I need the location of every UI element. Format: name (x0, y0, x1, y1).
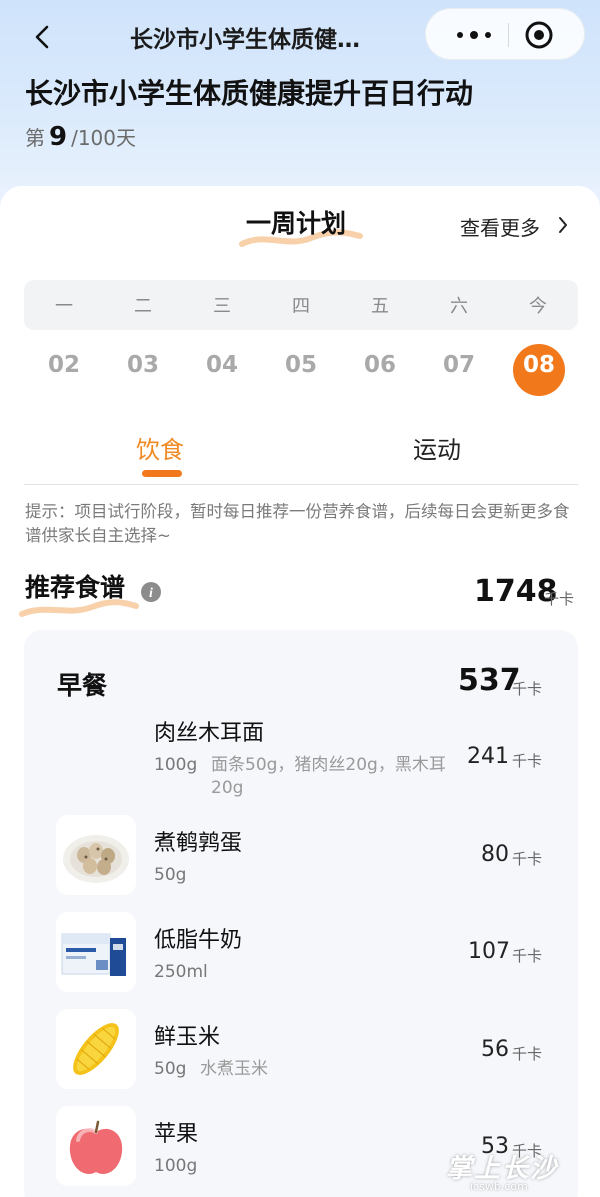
milk-carton-icon (56, 912, 136, 992)
date-item[interactable]: 04 (196, 352, 248, 388)
day-number: 9 (49, 122, 68, 152)
recipe-title: 推荐食谱 (25, 573, 126, 602)
food-name: 苹果 (154, 1122, 199, 1147)
corn-icon (56, 1009, 136, 1089)
day-prefix: 第 (25, 126, 45, 150)
weekday-wed: 三 (213, 296, 231, 317)
kcal-unit: 千卡 (512, 947, 543, 965)
food-qty: 100g (154, 755, 198, 775)
date-item[interactable]: 02 (38, 352, 90, 388)
week-plan-title: 一周计划 (246, 209, 347, 238)
capsule-divider (508, 23, 509, 47)
food-kcal: 80 (481, 842, 509, 867)
food-note: 面条50g，猪肉丝20g，黑木耳20g (211, 755, 446, 798)
food-qty: 50g (154, 1059, 187, 1079)
food-kcal: 107 (468, 939, 510, 964)
kcal-unit: 千卡 (544, 590, 575, 608)
weekday-tue: 二 (134, 296, 152, 317)
day-suffix: /100天 (71, 126, 137, 150)
food-thumbnail (56, 912, 136, 992)
more-dots-icon[interactable] (444, 21, 504, 49)
kcal-unit: 千卡 (512, 850, 543, 868)
weekday-sat: 六 (450, 296, 468, 317)
food-name: 肉丝木耳面 (154, 721, 265, 746)
food-note: 水煮玉米 (200, 1059, 268, 1079)
food-kcal: 241 (467, 744, 509, 769)
see-more-link[interactable]: 查看更多 (460, 212, 540, 241)
food-qty: 100g (154, 1156, 198, 1176)
nav-title: 长沙市小学生体质健… (130, 27, 360, 53)
target-close-icon[interactable] (523, 19, 555, 51)
mini-program-capsule (425, 8, 585, 60)
kcal-unit: 千卡 (512, 680, 543, 698)
watermark-url: icswb.com (470, 1180, 528, 1193)
food-qty: 250ml (154, 962, 208, 982)
date-item-selected[interactable]: 08 (513, 352, 565, 388)
food-thumbnail (56, 1106, 136, 1186)
nav-bar: 长沙市小学生体质健… (0, 0, 600, 72)
info-icon[interactable]: i (140, 581, 162, 603)
date-item[interactable]: 03 (117, 352, 169, 388)
food-kcal: 56 (481, 1037, 509, 1062)
chevron-right-icon[interactable] (556, 214, 570, 236)
kcal-unit: 千卡 (512, 752, 543, 770)
active-tab-indicator (142, 470, 182, 477)
date-item[interactable]: 06 (354, 352, 406, 388)
weekday-mon: 一 (55, 296, 73, 317)
food-name: 煮鹌鹑蛋 (154, 831, 243, 856)
chevron-left-icon[interactable] (28, 22, 56, 52)
food-name: 低脂牛奶 (154, 928, 243, 953)
date-item[interactable]: 05 (275, 352, 327, 388)
tab-divider (24, 484, 578, 485)
tab-exercise[interactable]: 运动 (413, 430, 461, 465)
date-item[interactable]: 07 (433, 352, 485, 388)
tip-text: 提示：项目试行阶段，暂时每日推荐一份营养食谱，后续每日会更新更多食谱供家长自主选… (25, 502, 570, 545)
page-title: 长沙市小学生体质健康提升百日行动 (25, 77, 474, 110)
quail-eggs-icon (63, 835, 129, 883)
food-name: 鲜玉米 (154, 1025, 221, 1050)
apple-icon (56, 1106, 136, 1186)
food-thumbnail (56, 815, 136, 895)
weekday-today: 今 (529, 296, 547, 317)
svg-text:i: i (149, 586, 153, 601)
meal-name: 早餐 (57, 671, 108, 700)
weekday-thu: 四 (292, 296, 310, 317)
kcal-unit: 千卡 (512, 1045, 543, 1063)
food-thumbnail (56, 1009, 136, 1089)
day-progress: 第 9/100天 (25, 122, 136, 152)
weekday-fri: 五 (371, 296, 389, 317)
food-qty: 50g (154, 865, 187, 885)
tab-diet[interactable]: 饮食 (136, 430, 184, 465)
